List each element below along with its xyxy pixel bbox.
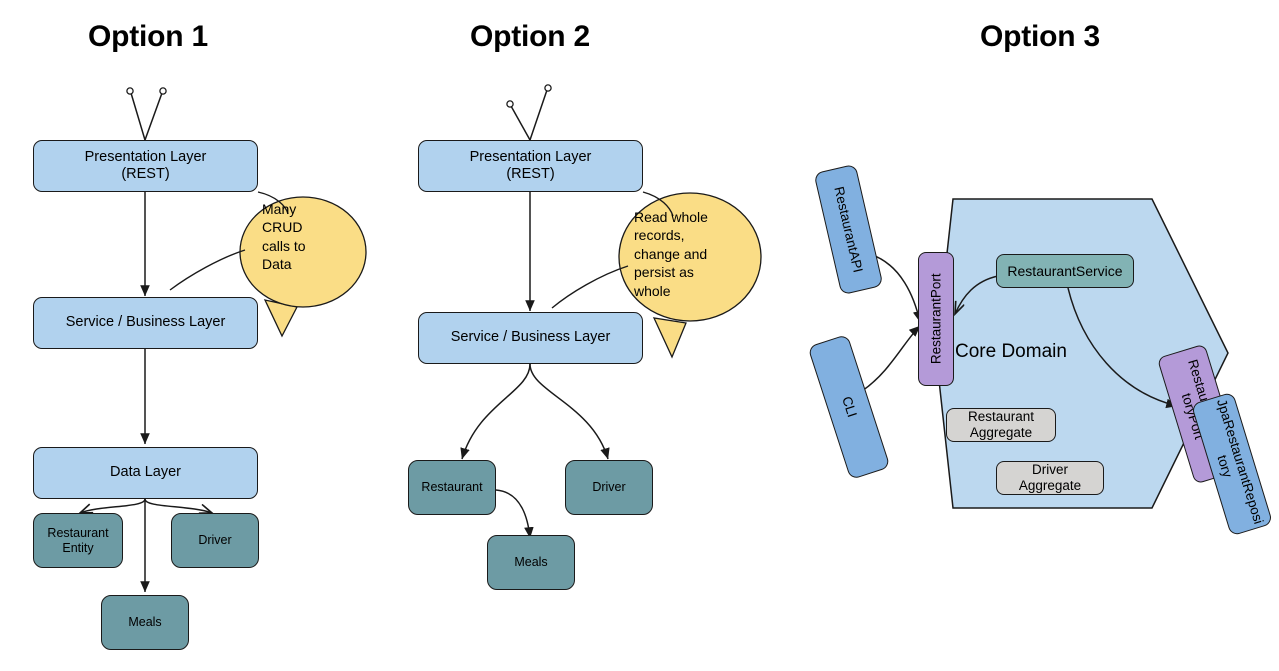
option3-restaurant-port-label: RestaurantPort (928, 273, 944, 365)
core-domain-label: Core Domain (955, 341, 1067, 362)
option1-restaurant-entity[interactable]: Restaurant Entity (33, 513, 123, 568)
option2-presentation-layer[interactable]: Presentation Layer (REST) (418, 140, 643, 192)
option3-restaurant-service[interactable]: RestaurantService (996, 254, 1134, 288)
option1-meals-entity[interactable]: Meals (101, 595, 189, 650)
option3-restaurant-port[interactable]: RestaurantPort (918, 252, 954, 386)
option1-data-layer[interactable]: Data Layer (33, 447, 258, 499)
option2-service-layer[interactable]: Service / Business Layer (418, 312, 643, 364)
option2-callout-text: Read whole records, change and persist a… (634, 209, 708, 299)
option2-meals-entity[interactable]: Meals (487, 535, 575, 590)
option-2-title: Option 2 (469, 20, 591, 53)
option3-cli-label: CLI (839, 394, 860, 420)
option1-callout-text: Many CRUD calls to Data (262, 201, 306, 273)
option2-restaurant-entity[interactable]: Restaurant (408, 460, 496, 515)
option1-presentation-layer[interactable]: Presentation Layer (REST) (33, 140, 258, 192)
option1-service-layer[interactable]: Service / Business Layer (33, 297, 258, 349)
option1-driver-entity[interactable]: Driver (171, 513, 259, 568)
option2-actors (506, 84, 552, 141)
option-1-title: Option 1 (87, 20, 209, 53)
option3-restaurant-api-label: RestaurantAPI (831, 184, 867, 274)
option-3-title: Option 3 (979, 20, 1101, 53)
option3-driver-aggregate[interactable]: Driver Aggregate (996, 461, 1104, 495)
option1-actors (126, 87, 167, 141)
option2-driver-entity[interactable]: Driver (565, 460, 653, 515)
option3-restaurant-aggregate[interactable]: Restaurant Aggregate (946, 408, 1056, 442)
